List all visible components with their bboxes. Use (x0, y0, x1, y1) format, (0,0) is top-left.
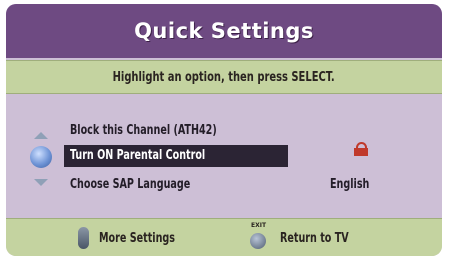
exit-label: EXIT (251, 222, 267, 229)
menu-item-parental-control[interactable]: Turn ON Parental Control (64, 145, 288, 167)
sap-language-value: English (330, 177, 370, 192)
page-title: Quick Settings (134, 19, 314, 43)
page-button-icon (78, 227, 89, 249)
instruction-bar: Highlight an option, then press SELECT. (6, 60, 442, 94)
title-bar: Quick Settings (6, 4, 442, 58)
up-down-select-icon[interactable] (30, 132, 52, 186)
menu-item-block-channel[interactable]: Block this Channel (ATH42) (70, 120, 249, 142)
exit-button-icon: EXIT (250, 222, 266, 249)
quick-settings-panel: Quick Settings Highlight an option, then… (6, 4, 442, 256)
menu-area: Block this Channel (ATH42) Turn ON Paren… (6, 94, 442, 218)
lock-open-icon (354, 142, 368, 156)
footer-bar: More Settings EXIT Return to TV (6, 218, 442, 256)
select-button-icon[interactable] (30, 146, 52, 168)
more-settings-label: More Settings (99, 230, 175, 246)
instruction-text: Highlight an option, then press SELECT. (112, 69, 336, 85)
return-to-tv-button[interactable]: EXIT Return to TV (250, 222, 364, 249)
return-to-tv-label: Return to TV (280, 230, 349, 246)
arrow-down-icon[interactable] (34, 179, 48, 186)
arrow-up-icon[interactable] (34, 132, 48, 139)
more-settings-button[interactable]: More Settings (78, 227, 192, 249)
menu-item-sap-language[interactable]: Choose SAP Language (70, 174, 217, 196)
